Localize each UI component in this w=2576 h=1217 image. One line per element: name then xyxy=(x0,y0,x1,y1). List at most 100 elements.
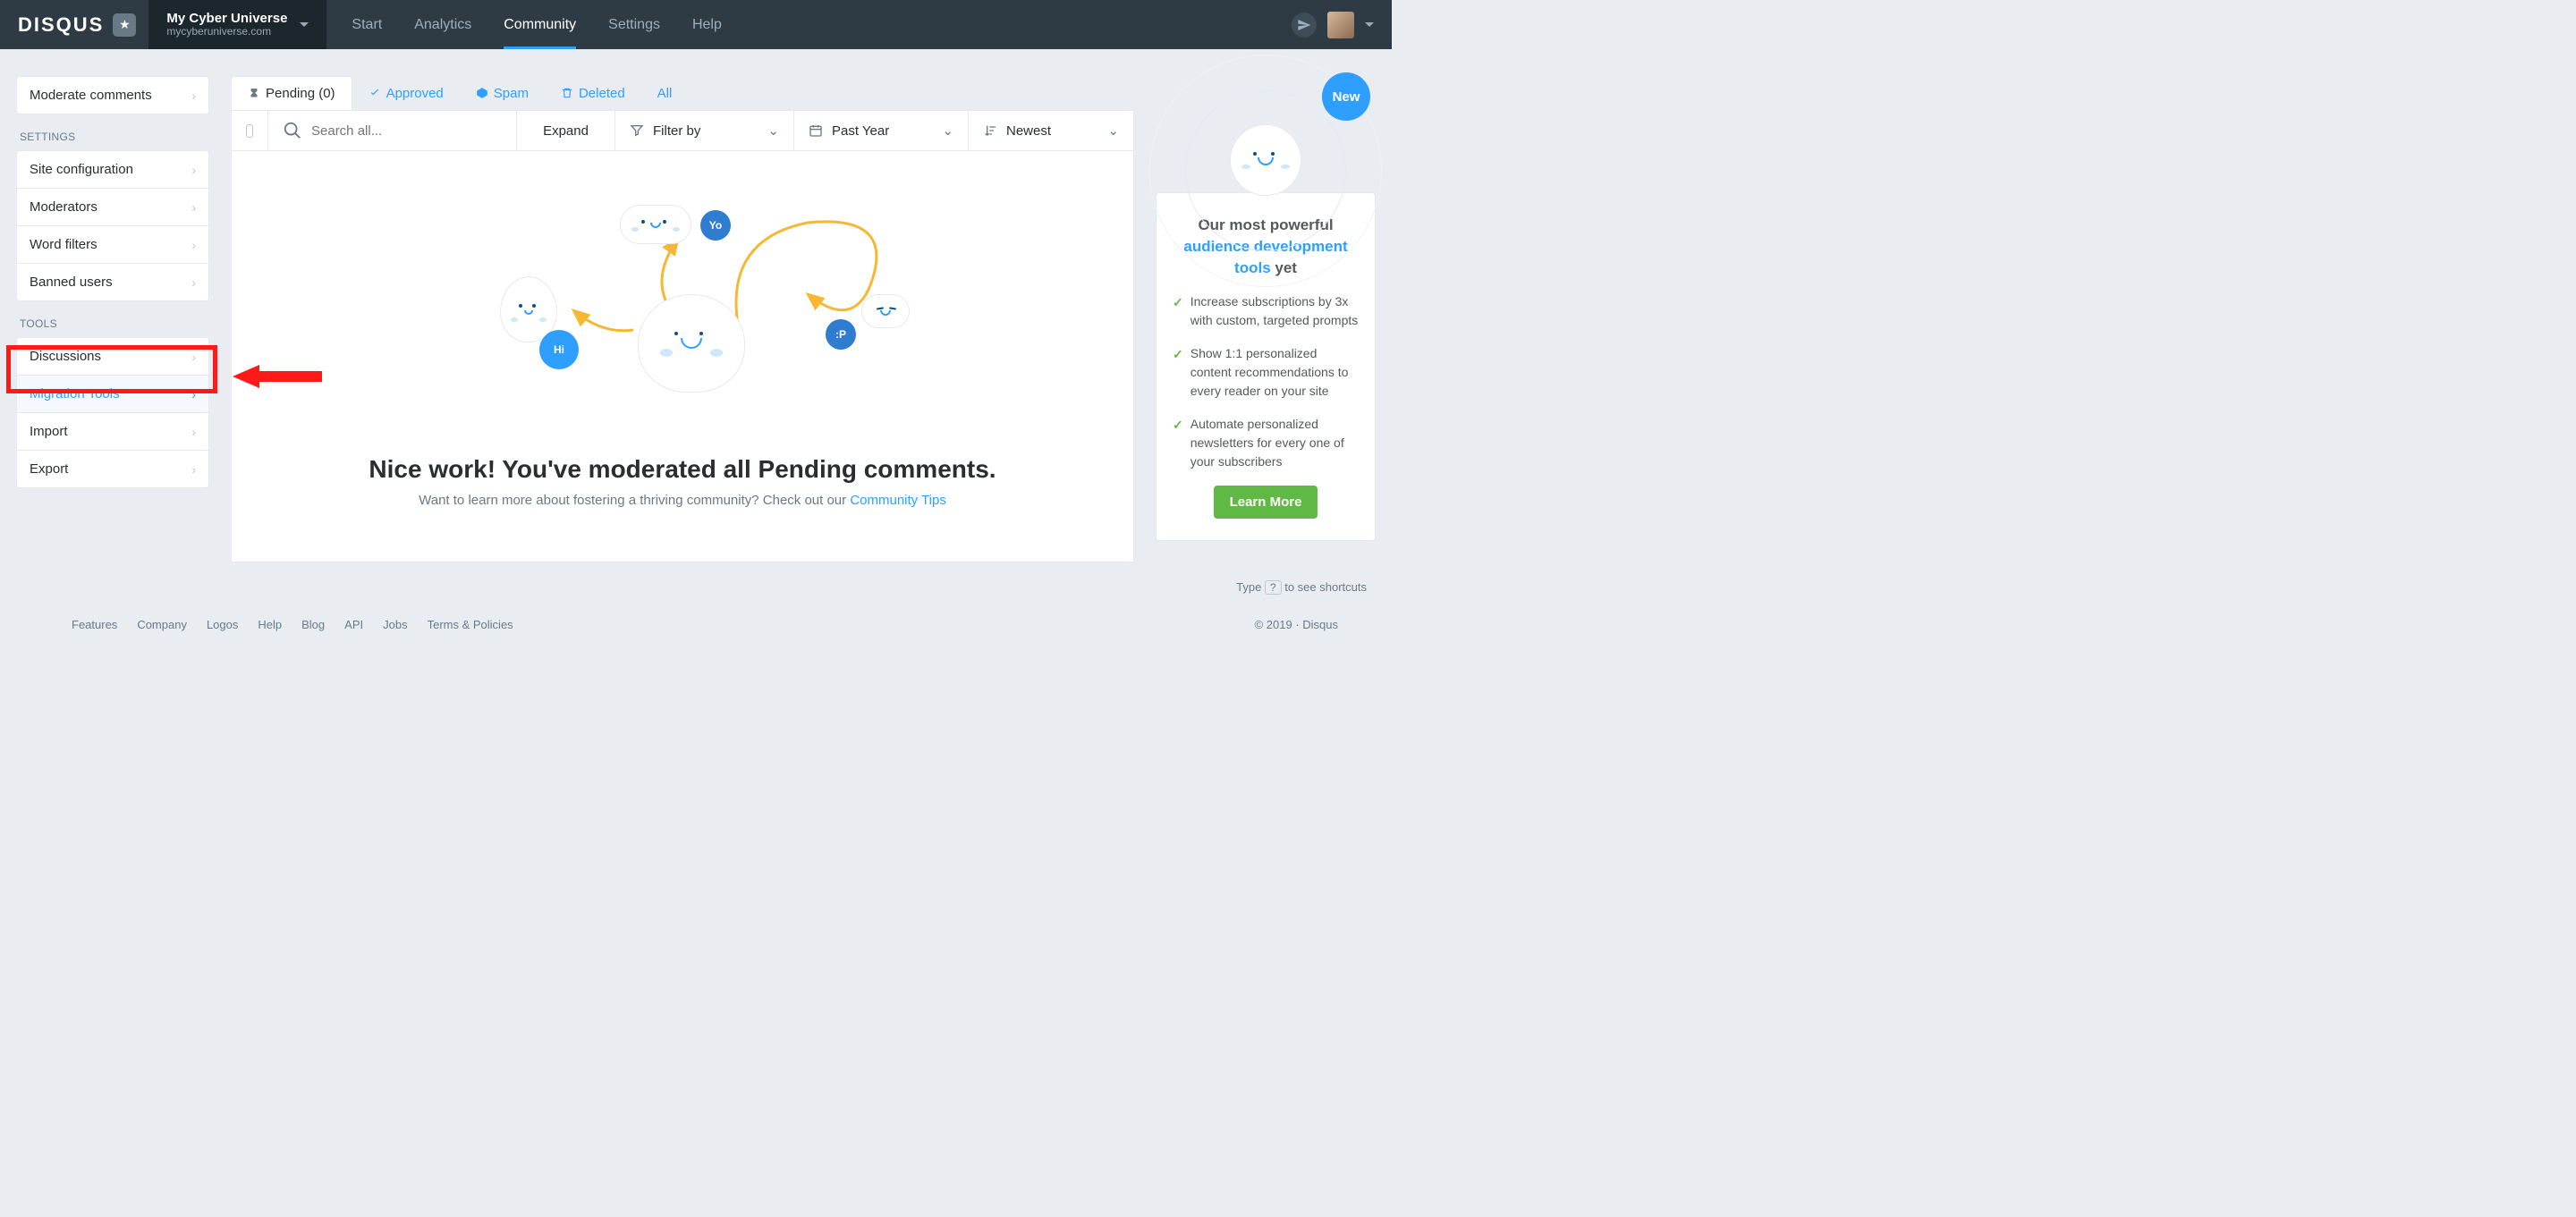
sidebar-word-filters[interactable]: Word filters › xyxy=(17,226,208,264)
date-dropdown[interactable]: Past Year ⌄ xyxy=(794,111,969,150)
footer-blog[interactable]: Blog xyxy=(301,618,325,631)
footer-links: Features Company Logos Help Blog API Job… xyxy=(0,600,513,649)
chevron-right-icon: › xyxy=(191,462,196,477)
user-avatar[interactable] xyxy=(1327,12,1354,38)
nav-community[interactable]: Community xyxy=(487,0,592,49)
sidebar-moderators[interactable]: Moderators › xyxy=(17,189,208,226)
tab-pending[interactable]: Pending (0) xyxy=(231,76,352,110)
chevron-right-icon: › xyxy=(191,275,196,290)
sidebar-export[interactable]: Export › xyxy=(17,451,208,487)
new-badge: New xyxy=(1322,72,1370,121)
filter-dropdown[interactable]: Filter by ⌄ xyxy=(615,111,794,150)
check-icon: ✓ xyxy=(1173,293,1183,330)
filter-icon xyxy=(630,123,644,138)
nav-start[interactable]: Start xyxy=(335,0,398,49)
sidebar-import[interactable]: Import › xyxy=(17,413,208,451)
trash-icon xyxy=(561,87,573,99)
sidebar-site-configuration[interactable]: Site configuration › xyxy=(17,151,208,189)
learn-more-button[interactable]: Learn More xyxy=(1214,486,1318,519)
top-nav: Start Analytics Community Settings Help xyxy=(335,0,737,49)
footer-company[interactable]: Company xyxy=(137,618,187,631)
sidebar-item-label: Discussions xyxy=(30,349,101,364)
annotation-arrow-icon xyxy=(233,361,322,395)
sidebar-item-label: Moderators xyxy=(30,199,97,215)
tab-all[interactable]: All xyxy=(641,77,689,110)
chevron-right-icon: › xyxy=(191,163,196,177)
home-star-icon[interactable]: ★ xyxy=(113,13,136,37)
footer-api[interactable]: API xyxy=(344,618,363,631)
chevron-down-icon: ⌄ xyxy=(942,123,953,139)
search-icon xyxy=(283,121,302,140)
empty-state: Yo Hi :P Nice work! You've moderated all… xyxy=(231,151,1134,562)
expand-button[interactable]: Expand xyxy=(517,111,615,150)
chevron-right-icon: › xyxy=(191,238,196,252)
sidebar-banned-users[interactable]: Banned users› xyxy=(17,264,208,300)
illustration: Yo Hi :P xyxy=(450,205,915,437)
calendar-icon xyxy=(809,123,823,138)
chevron-down-icon xyxy=(300,22,309,27)
footer-logos[interactable]: Logos xyxy=(207,618,238,631)
tab-label: Approved xyxy=(386,86,444,101)
date-label: Past Year xyxy=(832,123,889,139)
shortcuts-hint: Type ? to see shortcuts xyxy=(0,571,1392,600)
hourglass-icon xyxy=(248,88,260,100)
sort-label: Newest xyxy=(1006,123,1051,139)
chevron-down-icon: ⌄ xyxy=(1107,123,1119,139)
speech-yo: Yo xyxy=(700,210,731,241)
sidebar-section-settings: SETTINGS xyxy=(16,114,209,150)
tab-label: Deleted xyxy=(579,86,625,101)
sidebar-item-label: Site configuration xyxy=(30,162,133,177)
chevron-right-icon: › xyxy=(191,425,196,439)
sidebar-item-label: Import xyxy=(30,424,68,439)
logo[interactable]: DISQUS xyxy=(0,13,113,37)
promo-item: ✓Show 1:1 personalized content recommend… xyxy=(1173,344,1359,401)
chevron-right-icon: › xyxy=(191,200,196,215)
check-icon xyxy=(369,87,381,99)
empty-state-subtitle: Want to learn more about fostering a thr… xyxy=(267,493,1097,508)
promo-item: ✓Increase subscriptions by 3x with custo… xyxy=(1173,292,1359,330)
sidebar-discussions[interactable]: Discussions › xyxy=(17,338,208,376)
moderation-tabs: Pending (0) Approved Spam Deleted All xyxy=(231,76,1134,110)
filter-label: Filter by xyxy=(653,123,700,139)
notification-icon[interactable] xyxy=(1292,13,1317,38)
nav-settings[interactable]: Settings xyxy=(592,0,676,49)
footer-help[interactable]: Help xyxy=(258,618,282,631)
chevron-right-icon: › xyxy=(191,350,196,364)
sidebar-moderate-comments[interactable]: Moderate comments › xyxy=(17,77,208,114)
footer-terms[interactable]: Terms & Policies xyxy=(428,618,513,631)
main-content: Pending (0) Approved Spam Deleted All xyxy=(231,76,1134,562)
sidebar-section-tools: TOOLS xyxy=(16,301,209,337)
site-title: My Cyber Universe xyxy=(166,12,287,27)
tab-approved[interactable]: Approved xyxy=(352,77,460,110)
user-menu-chevron-icon[interactable] xyxy=(1365,22,1374,27)
sidebar: Moderate comments › SETTINGS Site config… xyxy=(16,76,209,488)
check-icon: ✓ xyxy=(1173,416,1183,471)
nav-help[interactable]: Help xyxy=(676,0,738,49)
chevron-right-icon: › xyxy=(191,89,196,103)
sidebar-item-label: Migration Tools xyxy=(30,386,120,401)
tab-deleted[interactable]: Deleted xyxy=(545,77,641,110)
tab-label: Spam xyxy=(494,86,529,101)
speech-hi: Hi xyxy=(539,330,579,369)
search-cell xyxy=(268,111,517,150)
sort-dropdown[interactable]: Newest ⌄ xyxy=(969,111,1133,150)
sidebar-item-label: Export xyxy=(30,461,68,477)
chevron-right-icon: › xyxy=(191,387,196,401)
select-all-checkbox[interactable] xyxy=(232,111,268,150)
chevron-down-icon: ⌄ xyxy=(767,123,779,139)
mascot-icon xyxy=(1212,117,1319,198)
empty-state-title: Nice work! You've moderated all Pending … xyxy=(267,455,1097,484)
community-tips-link[interactable]: Community Tips xyxy=(850,493,946,508)
nav-analytics[interactable]: Analytics xyxy=(398,0,487,49)
search-input[interactable] xyxy=(311,123,502,139)
footer-features[interactable]: Features xyxy=(72,618,117,631)
sidebar-item-label: Moderate comments xyxy=(30,88,152,103)
copyright: © 2019 · Disqus xyxy=(1255,618,1338,631)
tab-spam[interactable]: Spam xyxy=(460,77,545,110)
footer-jobs[interactable]: Jobs xyxy=(383,618,407,631)
tab-label: All xyxy=(657,86,673,101)
shortcut-key: ? xyxy=(1265,580,1282,595)
sidebar-migration-tools[interactable]: Migration Tools › xyxy=(17,376,208,413)
site-picker[interactable]: My Cyber Universe mycyberuniverse.com xyxy=(148,0,326,49)
sidebar-item-label: Word filters xyxy=(30,237,97,252)
